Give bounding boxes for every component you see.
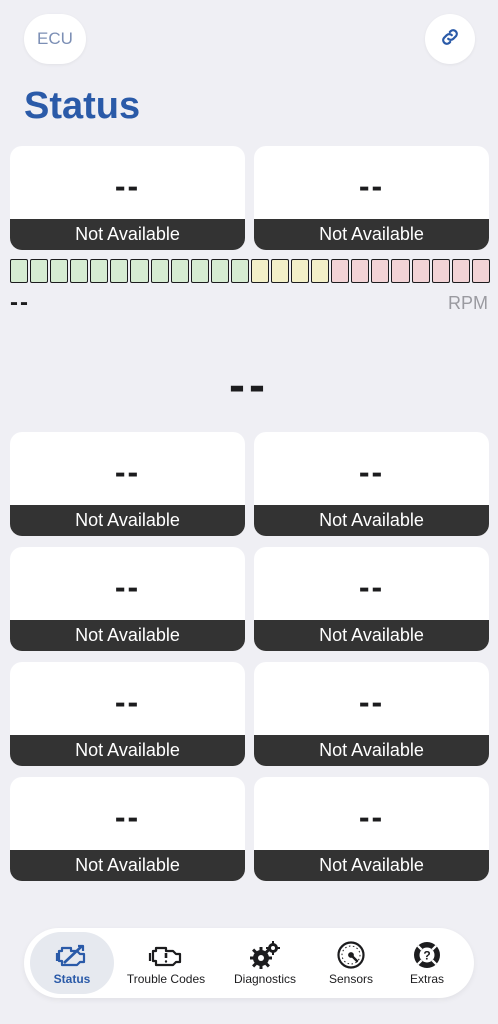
rpm-gauge-segment [391, 259, 410, 283]
speed-value: -- [229, 359, 269, 412]
tab-label: Status [53, 972, 91, 986]
rpm-gauge-segment [250, 259, 270, 283]
rpm-gauge-segment [271, 259, 290, 283]
rpm-unit-label: RPM [448, 293, 488, 313]
page-title: Status [24, 85, 141, 127]
tab-label: Diagnostics [233, 972, 297, 986]
rpm-gauge-segment [10, 259, 29, 283]
sensor-card: -- Not Available [254, 547, 489, 651]
tab-sensors[interactable]: Sensors [316, 932, 386, 994]
card-value: -- [114, 799, 141, 835]
card-status: Not Available [10, 620, 245, 651]
svg-text:?: ? [423, 949, 430, 963]
rpm-gauge-segment [411, 259, 430, 283]
sensor-card: -- Not Available [254, 777, 489, 881]
sensor-card: -- Not Available [10, 662, 245, 766]
ecu-button-label: ECU [37, 29, 73, 48]
rpm-gauge-segment [230, 259, 249, 283]
lifebuoy-question-icon: ? [412, 940, 442, 970]
rpm-gauge-segment [170, 259, 189, 283]
card-value: -- [358, 168, 385, 204]
card-status: Not Available [254, 505, 489, 536]
rpm-gauge-segment [90, 259, 109, 283]
sensor-card: -- Not Available [254, 432, 489, 536]
rpm-gauge-segment [371, 259, 390, 283]
tab-label: Extras [409, 972, 444, 986]
rpm-gauge-segment [210, 259, 229, 283]
card-value: -- [114, 168, 141, 204]
top-card-right: -- Not Available [254, 146, 489, 250]
rpm-gauge-segment [50, 259, 69, 283]
card-status: Not Available [254, 735, 489, 766]
tab-status[interactable]: Status [30, 932, 114, 994]
rpm-gauge-segment [431, 259, 450, 283]
rpm-gauge-segment [331, 259, 350, 283]
card-value: -- [114, 569, 141, 605]
rpm-gauge-segment [110, 259, 129, 283]
rpm-gauge-segment [150, 259, 169, 283]
tab-label: Sensors [328, 972, 374, 986]
top-card-left: -- Not Available [10, 146, 245, 250]
ecu-button[interactable]: ECU [24, 14, 86, 64]
rpm-gauge-segment [291, 259, 310, 283]
card-status: Not Available [10, 735, 245, 766]
card-value: -- [114, 454, 141, 490]
rpm-gauge-segment [471, 259, 490, 283]
card-value: -- [358, 569, 385, 605]
sensor-card: -- Not Available [10, 777, 245, 881]
card-value: -- [358, 454, 385, 490]
tab-bar: Status Trouble Codes Diagnostics Sensors… [24, 928, 474, 998]
gears-icon [249, 940, 281, 970]
tab-extras[interactable]: ? Extras [392, 932, 462, 994]
card-status: Not Available [254, 620, 489, 651]
connect-link-button[interactable] [425, 14, 475, 64]
tab-diagnostics[interactable]: Diagnostics [222, 932, 308, 994]
tab-label: Trouble Codes [126, 972, 206, 986]
rpm-gauge-segment [30, 259, 49, 283]
sensor-card: -- Not Available [10, 547, 245, 651]
rpm-gauge-segment [451, 259, 470, 283]
card-status: Not Available [10, 219, 245, 250]
engine-check-icon [55, 940, 89, 970]
sensor-card: -- Not Available [10, 432, 245, 536]
rpm-gauge-segment [351, 259, 370, 283]
rpm-gauge [10, 259, 490, 283]
card-status: Not Available [254, 219, 489, 250]
card-status: Not Available [254, 850, 489, 881]
rpm-value: -- [10, 289, 30, 316]
card-status: Not Available [10, 505, 245, 536]
tab-trouble-codes[interactable]: Trouble Codes [118, 932, 214, 994]
gauge-icon [336, 940, 366, 970]
rpm-gauge-segment [130, 259, 149, 283]
link-icon [439, 26, 461, 53]
card-status: Not Available [10, 850, 245, 881]
card-value: -- [114, 684, 141, 720]
card-value: -- [358, 684, 385, 720]
rpm-gauge-segment [70, 259, 89, 283]
engine-warning-icon [147, 940, 185, 970]
card-value: -- [358, 799, 385, 835]
rpm-gauge-segment [190, 259, 209, 283]
sensor-card: -- Not Available [254, 662, 489, 766]
rpm-gauge-segment [311, 259, 330, 283]
